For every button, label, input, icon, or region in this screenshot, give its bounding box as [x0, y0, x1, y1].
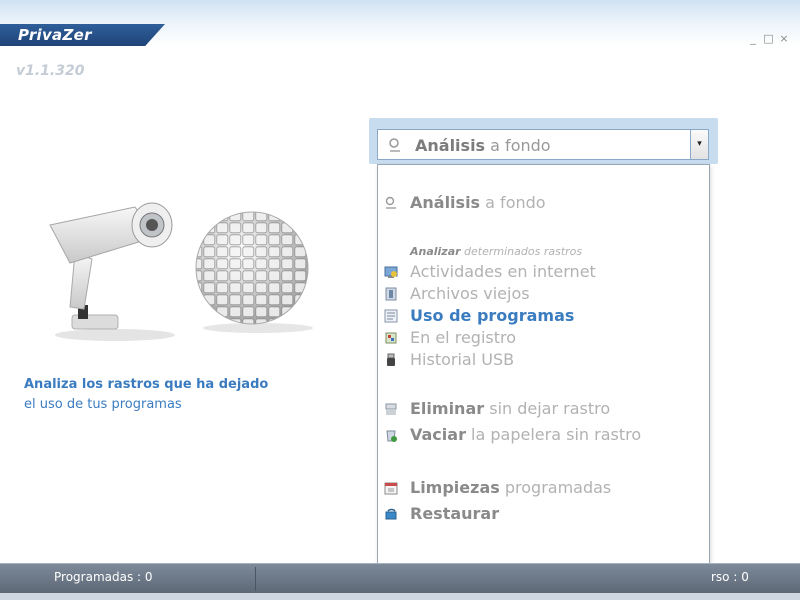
internet-icon: [384, 266, 398, 278]
option-usb-history[interactable]: Historial USB: [384, 350, 704, 370]
maximize-button[interactable]: □: [763, 32, 775, 45]
shredder-icon: [385, 403, 397, 415]
status-divider: [255, 567, 256, 591]
status-right-count: rso : 0: [711, 570, 749, 584]
calendar-icon: [384, 482, 398, 495]
app-logo: PrivaZer: [18, 26, 92, 44]
scan-mode-selected-value: Análisis a fondo: [415, 136, 551, 155]
option-internet-activity[interactable]: Actividades en internet: [384, 262, 704, 282]
status-bar: Programadas : 0 rso : 0: [0, 563, 800, 594]
option-restore[interactable]: Restaurar: [384, 504, 704, 524]
privazer-window: PrivaZer _ □ × v1.1.320 Analiza los rast…: [0, 0, 800, 600]
scan-icon: [389, 138, 400, 152]
option-scheduled-cleanups[interactable]: Limpiezas programadas: [384, 478, 704, 498]
camera-illustration: [49, 202, 175, 341]
option-program-usage[interactable]: Uso de programas: [384, 306, 704, 326]
version-label: v1.1.320: [16, 63, 85, 79]
minimize-button[interactable]: _: [747, 32, 759, 45]
section-header-specific-traces: Analizar determinados rastros: [410, 245, 583, 258]
promo-subtitle: el uso de tus programas: [24, 397, 182, 412]
scheduled-count: Programadas : 0: [54, 570, 153, 584]
registry-icon: [385, 332, 397, 344]
window-bottom-edge: [0, 593, 800, 600]
title-bar[interactable]: PrivaZer _ □ ×: [0, 0, 800, 46]
option-registry[interactable]: En el registro: [384, 328, 704, 348]
option-deep-scan[interactable]: Análisis a fondo: [384, 193, 704, 213]
usb-icon: [387, 353, 395, 366]
chevron-down-icon[interactable]: ▾: [690, 130, 708, 159]
old-files-icon: [385, 287, 397, 301]
scan-mode-dropdown: Análisis a fondo Analizar determinados r…: [377, 164, 710, 584]
scan-icon: [385, 196, 396, 209]
close-button[interactable]: ×: [778, 32, 790, 45]
programs-icon: [384, 309, 398, 323]
option-delete-without-trace[interactable]: Eliminar sin dejar rastro: [384, 399, 704, 419]
promo-title: Analiza los rastros que ha dejado: [24, 377, 269, 392]
window-controls: _ □ ×: [747, 32, 790, 45]
option-old-files[interactable]: Archivos viejos: [384, 284, 704, 304]
scan-mode-select[interactable]: Análisis a fondo ▾: [377, 129, 709, 160]
restore-icon: [385, 508, 397, 520]
recycle-bin-icon: [386, 430, 397, 442]
option-empty-recycle-bin[interactable]: Vaciar la papelera sin rastro: [384, 425, 704, 445]
keyboard-ball-illustration: [195, 211, 313, 333]
